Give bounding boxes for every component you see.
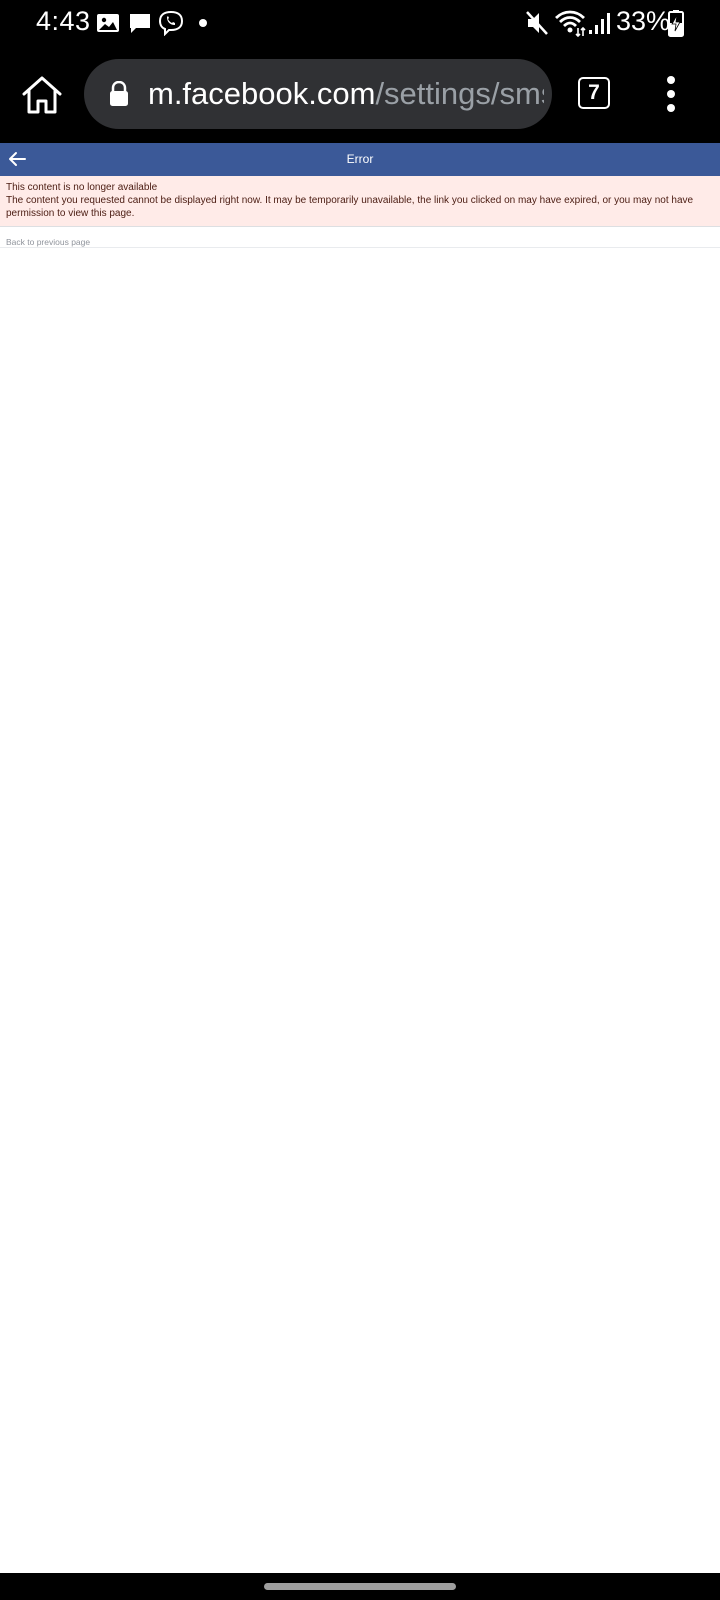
back-link-row: Back to previous page: [0, 228, 720, 248]
signal-icon: [589, 13, 610, 34]
page-title: Error: [346, 152, 374, 166]
lock-icon: [110, 81, 128, 106]
image-icon: [97, 14, 119, 32]
back-to-previous-page-link[interactable]: Back to previous page: [6, 237, 90, 247]
battery-percentage: 33%: [616, 6, 671, 36]
url-bar[interactable]: m.facebook.com/settings/sms/: [84, 59, 552, 129]
url-text: m.facebook.com/settings/sms/: [148, 73, 544, 115]
mute-icon: [526, 11, 548, 35]
status-time: 4:43: [36, 6, 91, 36]
error-message-box: This content is no longer available The …: [0, 176, 720, 227]
page-header: Error: [0, 143, 720, 176]
tab-switcher-button[interactable]: 7: [578, 77, 610, 109]
home-indicator[interactable]: [264, 1583, 456, 1590]
more-options-icon[interactable]: [660, 72, 682, 116]
battery-charging-icon: [668, 10, 684, 37]
error-title: This content is no longer available: [6, 182, 158, 193]
browser-toolbar: m.facebook.com/settings/sms/ 7: [0, 46, 720, 143]
viber-icon: [158, 10, 184, 36]
dot-icon: [199, 19, 207, 27]
url-host: m.facebook.com: [148, 76, 376, 111]
wifi-icon: [555, 10, 586, 38]
url-path: /settings/sms/: [375, 76, 544, 111]
error-description: The content you requested cannot be disp…: [6, 195, 694, 219]
navigation-bar: [0, 1573, 720, 1600]
status-bar: 4:43 33%: [0, 0, 720, 46]
message-icon: [130, 14, 150, 33]
home-icon[interactable]: [20, 74, 64, 116]
